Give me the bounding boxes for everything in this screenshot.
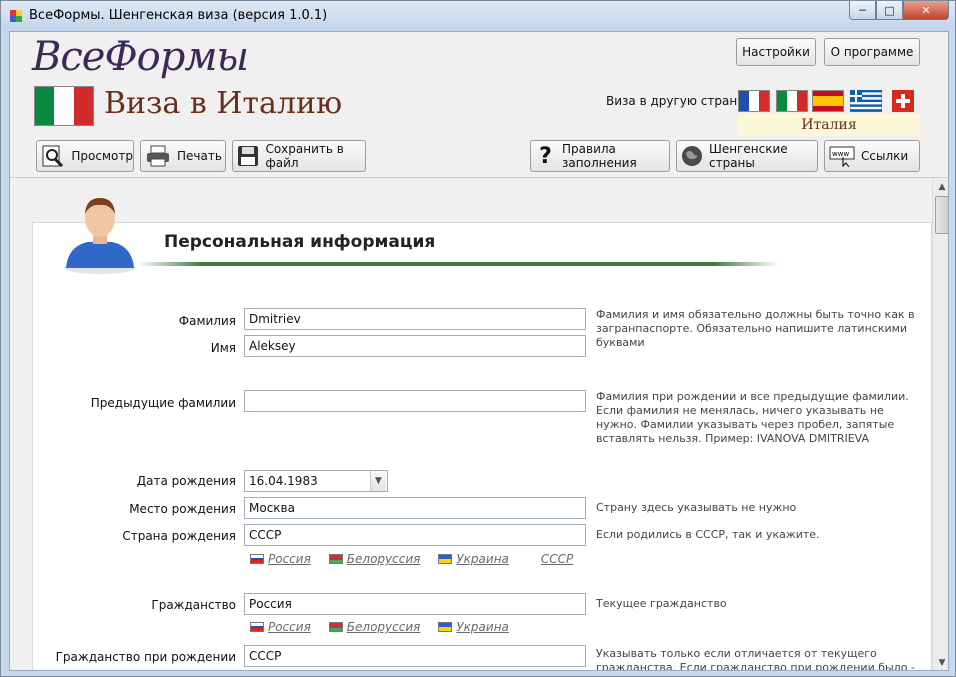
chevron-down-icon[interactable]: ▼ (370, 471, 386, 491)
form-scroll-area: Персональная информация Фамилия Dmitriev… (10, 178, 932, 671)
globe-icon (681, 144, 703, 168)
quick-link-russia[interactable]: Россия (250, 552, 311, 566)
birth-country-label: Страна рождения (122, 529, 236, 543)
links-label: Ссылки (861, 149, 909, 163)
minimize-button[interactable]: ─ (849, 1, 876, 20)
spain-flag-icon[interactable] (812, 90, 844, 112)
scroll-down-icon[interactable]: ▼ (933, 654, 948, 670)
schengen-label: Шенгенские страны (709, 142, 788, 170)
birth-place-input[interactable]: Москва (244, 497, 586, 519)
birth-place-label: Место рождения (129, 502, 236, 516)
belarus-flag-icon (328, 622, 343, 632)
birth-country-hint: Если родились в СССР, так и укажите. (596, 528, 820, 541)
birth-citizenship-hint: Указывать только если отличается от теку… (596, 647, 915, 671)
quick-link-belarus[interactable]: Белоруссия (328, 552, 420, 566)
quick-link-ukraine[interactable]: Украина (438, 552, 509, 566)
save-to-file-button[interactable]: Сохранить в файл (232, 140, 366, 172)
settings-button[interactable]: Настройки (736, 38, 816, 66)
citizenship-label: Гражданство (151, 598, 236, 612)
greece-flag-icon[interactable] (850, 90, 882, 112)
surname-label: Фамилия (178, 314, 236, 328)
belarus-flag-icon (328, 554, 343, 564)
vertical-scrollbar[interactable]: ▲ ▼ (932, 178, 948, 670)
prev-surnames-label: Предыдущие фамилии (90, 396, 236, 410)
citizenship-input[interactable]: Россия (244, 593, 586, 615)
birth-date-value: 16.04.1983 (249, 474, 318, 488)
scroll-up-icon[interactable]: ▲ (933, 178, 948, 196)
preview-label: Просмотр (71, 149, 133, 163)
save-label: Сохранить в файл (265, 142, 344, 170)
visa-title: Виза в Италию (104, 86, 343, 121)
birth-place-hint: Страну здесь указывать не нужно (596, 501, 797, 514)
question-mark-icon: ? (539, 143, 552, 169)
prev-surnames-input[interactable] (244, 390, 586, 412)
app-window: ВсеФормы. Шенгенская виза (версия 1.0.1)… (0, 0, 956, 677)
links-button[interactable]: www Ссылки (824, 140, 920, 172)
rules-label: Правила заполнения (562, 142, 637, 170)
birth-citizenship-input[interactable]: СССР (244, 645, 586, 667)
name-label: Имя (210, 341, 236, 355)
section-title: Персональная информация (164, 232, 436, 252)
birth-date-picker[interactable]: 16.04.1983 (244, 470, 388, 492)
switzerland-flag-icon[interactable] (892, 90, 914, 112)
client-area: ВсеФормы Виза в Италию Настройки О прогр… (9, 31, 949, 671)
window-title: ВсеФормы. Шенгенская виза (версия 1.0.1) (29, 8, 328, 23)
title-bar: ВсеФормы. Шенгенская виза (версия 1.0.1)… (1, 1, 955, 31)
scrollbar-thumb[interactable] (935, 196, 948, 234)
person-avatar-icon (64, 198, 136, 274)
ukraine-flag-icon (438, 554, 453, 564)
name-input[interactable]: Aleksey (244, 335, 586, 357)
quick-link-ukraine[interactable]: Украина (438, 620, 509, 634)
other-visa-label: Виза в другую страну: (606, 94, 749, 108)
surname-input[interactable]: Dmitriev (244, 308, 586, 330)
maximize-button[interactable]: □ (876, 1, 903, 20)
birth-country-quick-links: Россия Белоруссия Украина СССР (250, 552, 573, 566)
print-button[interactable]: Печать (140, 140, 226, 172)
close-button[interactable]: ✕ (903, 1, 949, 20)
birth-citizenship-label: Гражданство при рождении (55, 650, 236, 664)
russia-flag-icon (250, 622, 264, 632)
citizenship-hint: Текущее гражданство (596, 597, 727, 610)
about-button[interactable]: О программе (824, 38, 920, 66)
birth-country-input[interactable]: СССР (244, 524, 586, 546)
magnifier-icon (41, 144, 65, 168)
app-icon (10, 10, 22, 22)
section-underline (138, 262, 778, 266)
quick-link-belarus[interactable]: Белоруссия (328, 620, 420, 634)
preview-button[interactable]: Просмотр (36, 140, 134, 172)
france-flag-icon[interactable] (738, 90, 770, 112)
quick-link-ussr[interactable]: СССР (541, 552, 573, 566)
italy-flag-icon[interactable] (776, 90, 808, 112)
russia-flag-icon (250, 554, 264, 564)
name-hint: Фамилия и имя обязательно должны быть то… (596, 308, 915, 349)
ukraine-flag-icon (438, 622, 453, 632)
print-label: Печать (177, 149, 222, 163)
prev-surnames-hint: Фамилия при рождении и все предыдущие фа… (596, 390, 909, 445)
filling-rules-button[interactable]: ? Правила заполнения (530, 140, 670, 172)
floppy-disk-icon (237, 144, 259, 168)
citizenship-quick-links: Россия Белоруссия Украина (250, 620, 509, 634)
quick-link-russia[interactable]: Россия (250, 620, 311, 634)
schengen-countries-button[interactable]: Шенгенские страны (676, 140, 818, 172)
svg-text:www: www (832, 150, 849, 158)
italy-big-flag-icon (34, 86, 94, 126)
birth-date-label: Дата рождения (136, 474, 236, 488)
selected-country-badge: Италия (738, 114, 920, 136)
printer-icon (145, 144, 171, 168)
www-link-icon: www (829, 144, 855, 168)
app-logo: ВсеФормы (32, 34, 249, 80)
